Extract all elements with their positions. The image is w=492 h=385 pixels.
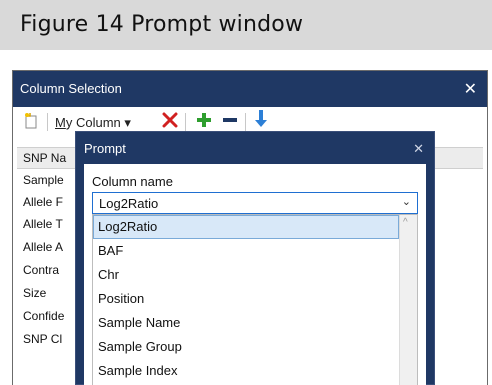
new-column-icon[interactable]: [23, 112, 39, 135]
prompt-dialog: Prompt ✕ Column name Log2Ratio ⌄ Log2Rat…: [75, 131, 435, 385]
window-titlebar: Column Selection ✕: [13, 71, 487, 107]
column-name-options: Log2Ratio BAF Chr Position Sample Name S…: [92, 214, 418, 385]
window-title: Column Selection: [20, 81, 122, 96]
prompt-body: Column name Log2Ratio ⌄ Log2Ratio BAF Ch…: [84, 164, 426, 385]
figure-title: Figure 14 Prompt window: [20, 12, 304, 37]
column-name-select[interactable]: Log2Ratio ⌄: [92, 192, 418, 214]
my-column-dropdown[interactable]: My Column ▾: [55, 115, 131, 131]
my-column-mnemonic: M: [55, 115, 66, 130]
dropdown-option[interactable]: Sample Index: [93, 359, 399, 383]
list-item[interactable]: Allele T: [23, 217, 63, 231]
toolbar-separator: [185, 113, 186, 131]
dropdown-option[interactable]: Position: [93, 287, 399, 311]
list-item[interactable]: Size: [23, 286, 46, 300]
list-item[interactable]: Contra: [23, 263, 59, 277]
dropdown-scrollbar[interactable]: ^: [399, 215, 417, 385]
list-item[interactable]: Confide: [23, 309, 64, 323]
toolbar-separator: [245, 113, 246, 131]
select-value: Log2Ratio: [99, 196, 159, 211]
dropdown-option[interactable]: BAF: [93, 239, 399, 263]
my-column-label: y Column: [65, 115, 121, 130]
list-item[interactable]: Sample: [23, 173, 64, 187]
list-item[interactable]: Allele F: [23, 195, 63, 209]
dropdown-option[interactable]: Chr: [93, 263, 399, 287]
chevron-down-icon[interactable]: ⌄: [402, 195, 411, 208]
prompt-title: Prompt: [84, 141, 126, 156]
figure-caption-bar: Figure 14 Prompt window: [0, 0, 492, 52]
scroll-up-icon[interactable]: ^: [403, 217, 408, 228]
column-header-label: SNP Na: [23, 151, 67, 165]
dropdown-option[interactable]: Sample Group: [93, 335, 399, 359]
toolbar-separator: [47, 113, 48, 131]
dropdown-option-selected[interactable]: Log2Ratio: [93, 215, 399, 239]
window-close-icon[interactable]: ✕: [464, 79, 477, 99]
list-item[interactable]: Allele A: [23, 240, 63, 254]
chevron-down-icon: ▾: [124, 115, 131, 130]
prompt-close-icon[interactable]: ✕: [413, 141, 424, 157]
dropdown-option[interactable]: Sample Name: [93, 311, 399, 335]
column-name-label: Column name: [92, 174, 173, 189]
list-item[interactable]: SNP Cl: [23, 332, 62, 346]
